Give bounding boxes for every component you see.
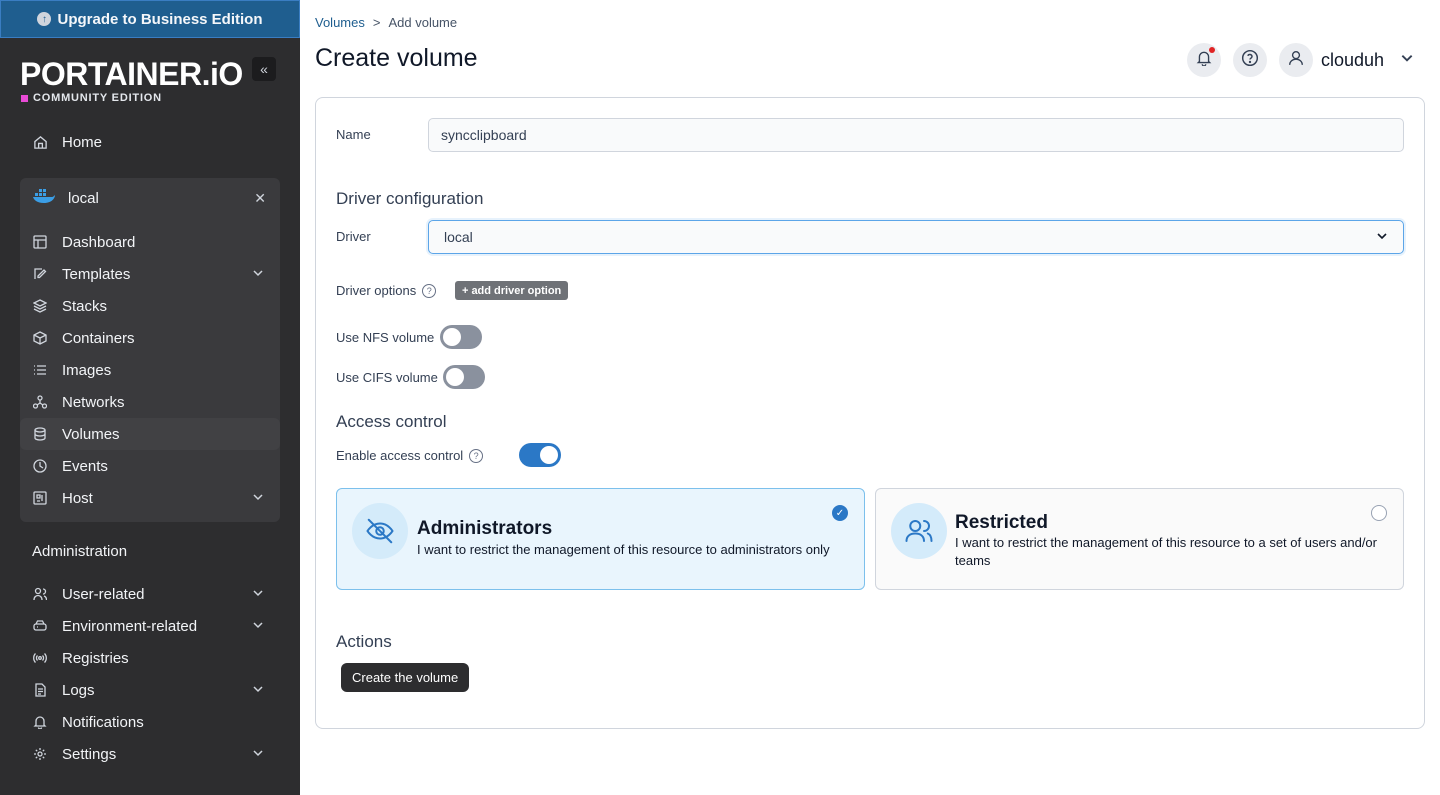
portainer-logo[interactable]: PORTAINER.iO — [20, 56, 243, 93]
notification-dot — [1209, 47, 1215, 53]
chevron-down-icon — [1376, 229, 1388, 245]
home-icon — [32, 134, 48, 150]
container-icon — [32, 330, 48, 346]
sidebar-item-logs[interactable]: Logs — [20, 674, 280, 706]
users-icon — [891, 503, 947, 559]
breadcrumb: Volumes > Add volume — [315, 15, 457, 30]
users-icon — [32, 586, 48, 602]
network-icon — [32, 394, 48, 410]
chevron-down-icon — [252, 266, 264, 283]
user-menu-chevron-down-icon[interactable] — [1400, 51, 1414, 70]
breadcrumb-separator: > — [372, 15, 381, 30]
toggle-knob — [540, 446, 558, 464]
bell-icon — [32, 714, 48, 730]
help-icon[interactable]: ? — [422, 283, 437, 298]
environment-header[interactable]: local ✕ — [20, 182, 280, 214]
access-control-title: Access control — [336, 412, 447, 431]
restricted-desc: I want to restrict the management of thi… — [955, 535, 1377, 568]
breadcrumb-volumes-link[interactable]: Volumes — [315, 15, 365, 30]
collapse-sidebar-button[interactable]: « — [252, 57, 276, 81]
sidebar-item-networks[interactable]: Networks — [20, 386, 280, 418]
sidebar-item-registries[interactable]: Registries — [20, 642, 280, 674]
sidebar-item-notifications[interactable]: Notifications — [20, 706, 280, 738]
access-control-toggle[interactable] — [519, 443, 561, 467]
user-icon — [1288, 50, 1304, 71]
cifs-toggle[interactable] — [443, 365, 485, 389]
toggle-knob — [443, 328, 461, 346]
name-input[interactable] — [428, 118, 1404, 152]
enable-access-control-row: Enable access control ? — [336, 448, 484, 463]
radio-signal-icon — [32, 650, 48, 666]
sidebar-item-images[interactable]: Images — [20, 354, 280, 386]
page-title: Create volume — [315, 44, 478, 72]
upgrade-label: Upgrade to Business Edition — [57, 10, 263, 28]
driver-configuration-title: Driver configuration — [336, 189, 484, 208]
sidebar-item-templates[interactable]: Templates — [20, 258, 280, 290]
eye-off-icon — [352, 503, 408, 559]
restricted-title: Restricted — [955, 512, 1048, 533]
administrators-desc: I want to restrict the management of thi… — [417, 542, 830, 557]
cifs-label: Use CIFS volume — [336, 370, 438, 385]
edition-square-icon — [21, 94, 28, 102]
administrators-title: Administrators — [417, 518, 553, 539]
server-icon — [32, 618, 48, 634]
sidebar-item-user-related[interactable]: User-related — [20, 578, 280, 610]
sidebar-item-stacks[interactable]: Stacks — [20, 290, 280, 322]
driver-select-value: local — [444, 229, 473, 245]
nfs-toggle[interactable] — [440, 325, 482, 349]
sidebar-item-events[interactable]: Events — [20, 450, 280, 482]
toggle-knob — [446, 368, 464, 386]
chevron-down-icon — [252, 746, 264, 763]
breadcrumb-current: Add volume — [388, 15, 458, 30]
sidebar-item-settings[interactable]: Settings — [20, 738, 280, 770]
host-icon — [32, 490, 48, 506]
driver-label: Driver — [336, 229, 371, 244]
file-text-icon — [32, 682, 48, 698]
add-driver-option-button[interactable]: + add driver option — [455, 281, 569, 300]
sidebar-item-home[interactable]: Home — [20, 126, 280, 158]
name-label: Name — [336, 127, 371, 142]
stacks-icon — [32, 298, 48, 314]
chevron-down-icon — [252, 586, 264, 603]
sidebar-item-environment-related[interactable]: Environment-related — [20, 610, 280, 642]
administration-header: Administration — [32, 543, 128, 560]
help-circle-icon — [1241, 49, 1259, 72]
radio-button[interactable] — [1371, 505, 1387, 521]
dashboard-icon — [32, 234, 48, 250]
sidebar-item-volumes[interactable]: Volumes — [20, 418, 280, 450]
environment-name: local — [68, 189, 99, 207]
nfs-label: Use NFS volume — [336, 330, 435, 345]
chevron-down-icon — [252, 490, 264, 507]
upgrade-arrow-icon: ↑ — [37, 12, 52, 26]
database-icon — [32, 426, 48, 442]
driver-options-row: Driver options ? — [336, 283, 437, 298]
list-icon — [32, 362, 48, 378]
clock-icon — [32, 458, 48, 474]
chevron-down-icon — [252, 618, 264, 635]
sidebar: ↑ Upgrade to Business Edition PORTAINER.… — [0, 0, 300, 795]
username[interactable]: clouduh — [1321, 50, 1384, 71]
user-avatar[interactable] — [1279, 43, 1313, 77]
create-volume-button[interactable]: Create the volume — [341, 663, 470, 692]
templates-icon — [32, 266, 48, 282]
plus-icon: + — [462, 284, 469, 297]
edition-label: COMMUNITY EDITION — [21, 92, 162, 104]
chevron-down-icon — [252, 682, 264, 699]
administrators-option[interactable]: Administrators I want to restrict the ma… — [336, 488, 865, 590]
restricted-option[interactable]: Restricted I want to restrict the manage… — [875, 488, 1404, 590]
actions-title: Actions — [336, 632, 392, 651]
docker-icon — [32, 187, 56, 210]
driver-select[interactable]: local — [428, 220, 1404, 254]
upgrade-banner[interactable]: ↑ Upgrade to Business Edition — [0, 0, 300, 38]
gear-icon — [32, 746, 48, 762]
sidebar-item-dashboard[interactable]: Dashboard — [20, 226, 280, 258]
close-environment-icon[interactable]: ✕ — [254, 190, 266, 207]
sidebar-item-containers[interactable]: Containers — [20, 322, 280, 354]
help-button[interactable] — [1233, 43, 1267, 77]
check-circle-icon: ✓ — [832, 505, 848, 521]
notifications-button[interactable] — [1187, 43, 1221, 77]
help-icon[interactable]: ? — [469, 448, 484, 463]
sidebar-item-host[interactable]: Host — [20, 482, 280, 514]
